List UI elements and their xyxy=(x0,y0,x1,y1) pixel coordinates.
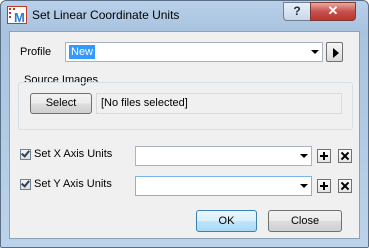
checkmark-icon xyxy=(21,178,30,188)
y-axis-add-button[interactable] xyxy=(317,179,331,193)
help-icon: ? xyxy=(293,4,301,18)
window-close-button[interactable]: ✕ xyxy=(310,2,356,21)
help-button[interactable]: ? xyxy=(283,2,310,21)
window-title: Set Linear Coordinate Units xyxy=(32,8,180,22)
y-axis-label: Set Y Axis Units xyxy=(34,178,112,190)
profile-value: New xyxy=(69,45,96,59)
selected-files-field: [No files selected] xyxy=(96,93,342,114)
dialog-client-area: Profile New Source Images Select [No fil… xyxy=(9,31,360,239)
chevron-down-icon xyxy=(300,184,308,188)
ok-button[interactable]: OK xyxy=(196,210,257,232)
y-axis-checkbox[interactable] xyxy=(20,178,31,190)
chevron-down-icon xyxy=(311,50,319,54)
chevron-down-icon xyxy=(300,154,308,158)
profile-label: Profile xyxy=(20,46,52,58)
x-axis-checkbox[interactable] xyxy=(20,148,31,160)
play-icon xyxy=(333,48,339,58)
checkmark-icon xyxy=(21,148,30,158)
svg-text:M: M xyxy=(14,10,25,24)
app-logo-icon: M xyxy=(7,6,27,24)
x-axis-add-button[interactable] xyxy=(317,149,331,163)
title-bar[interactable]: M Set Linear Coordinate Units ? ✕ xyxy=(1,1,368,29)
y-axis-units-combobox[interactable] xyxy=(135,176,312,196)
profile-run-button[interactable] xyxy=(326,42,343,62)
close-button[interactable]: Close xyxy=(268,210,342,232)
x-axis-remove-button[interactable] xyxy=(338,149,352,163)
x-axis-label: Set X Axis Units xyxy=(34,148,113,160)
profile-combobox[interactable]: New xyxy=(65,42,323,62)
dialog-window: M Set Linear Coordinate Units ? ✕ Profil… xyxy=(0,0,369,248)
y-axis-remove-button[interactable] xyxy=(338,179,352,193)
close-icon: ✕ xyxy=(327,3,339,18)
select-button[interactable]: Select xyxy=(30,93,92,114)
x-axis-units-combobox[interactable] xyxy=(135,146,312,166)
